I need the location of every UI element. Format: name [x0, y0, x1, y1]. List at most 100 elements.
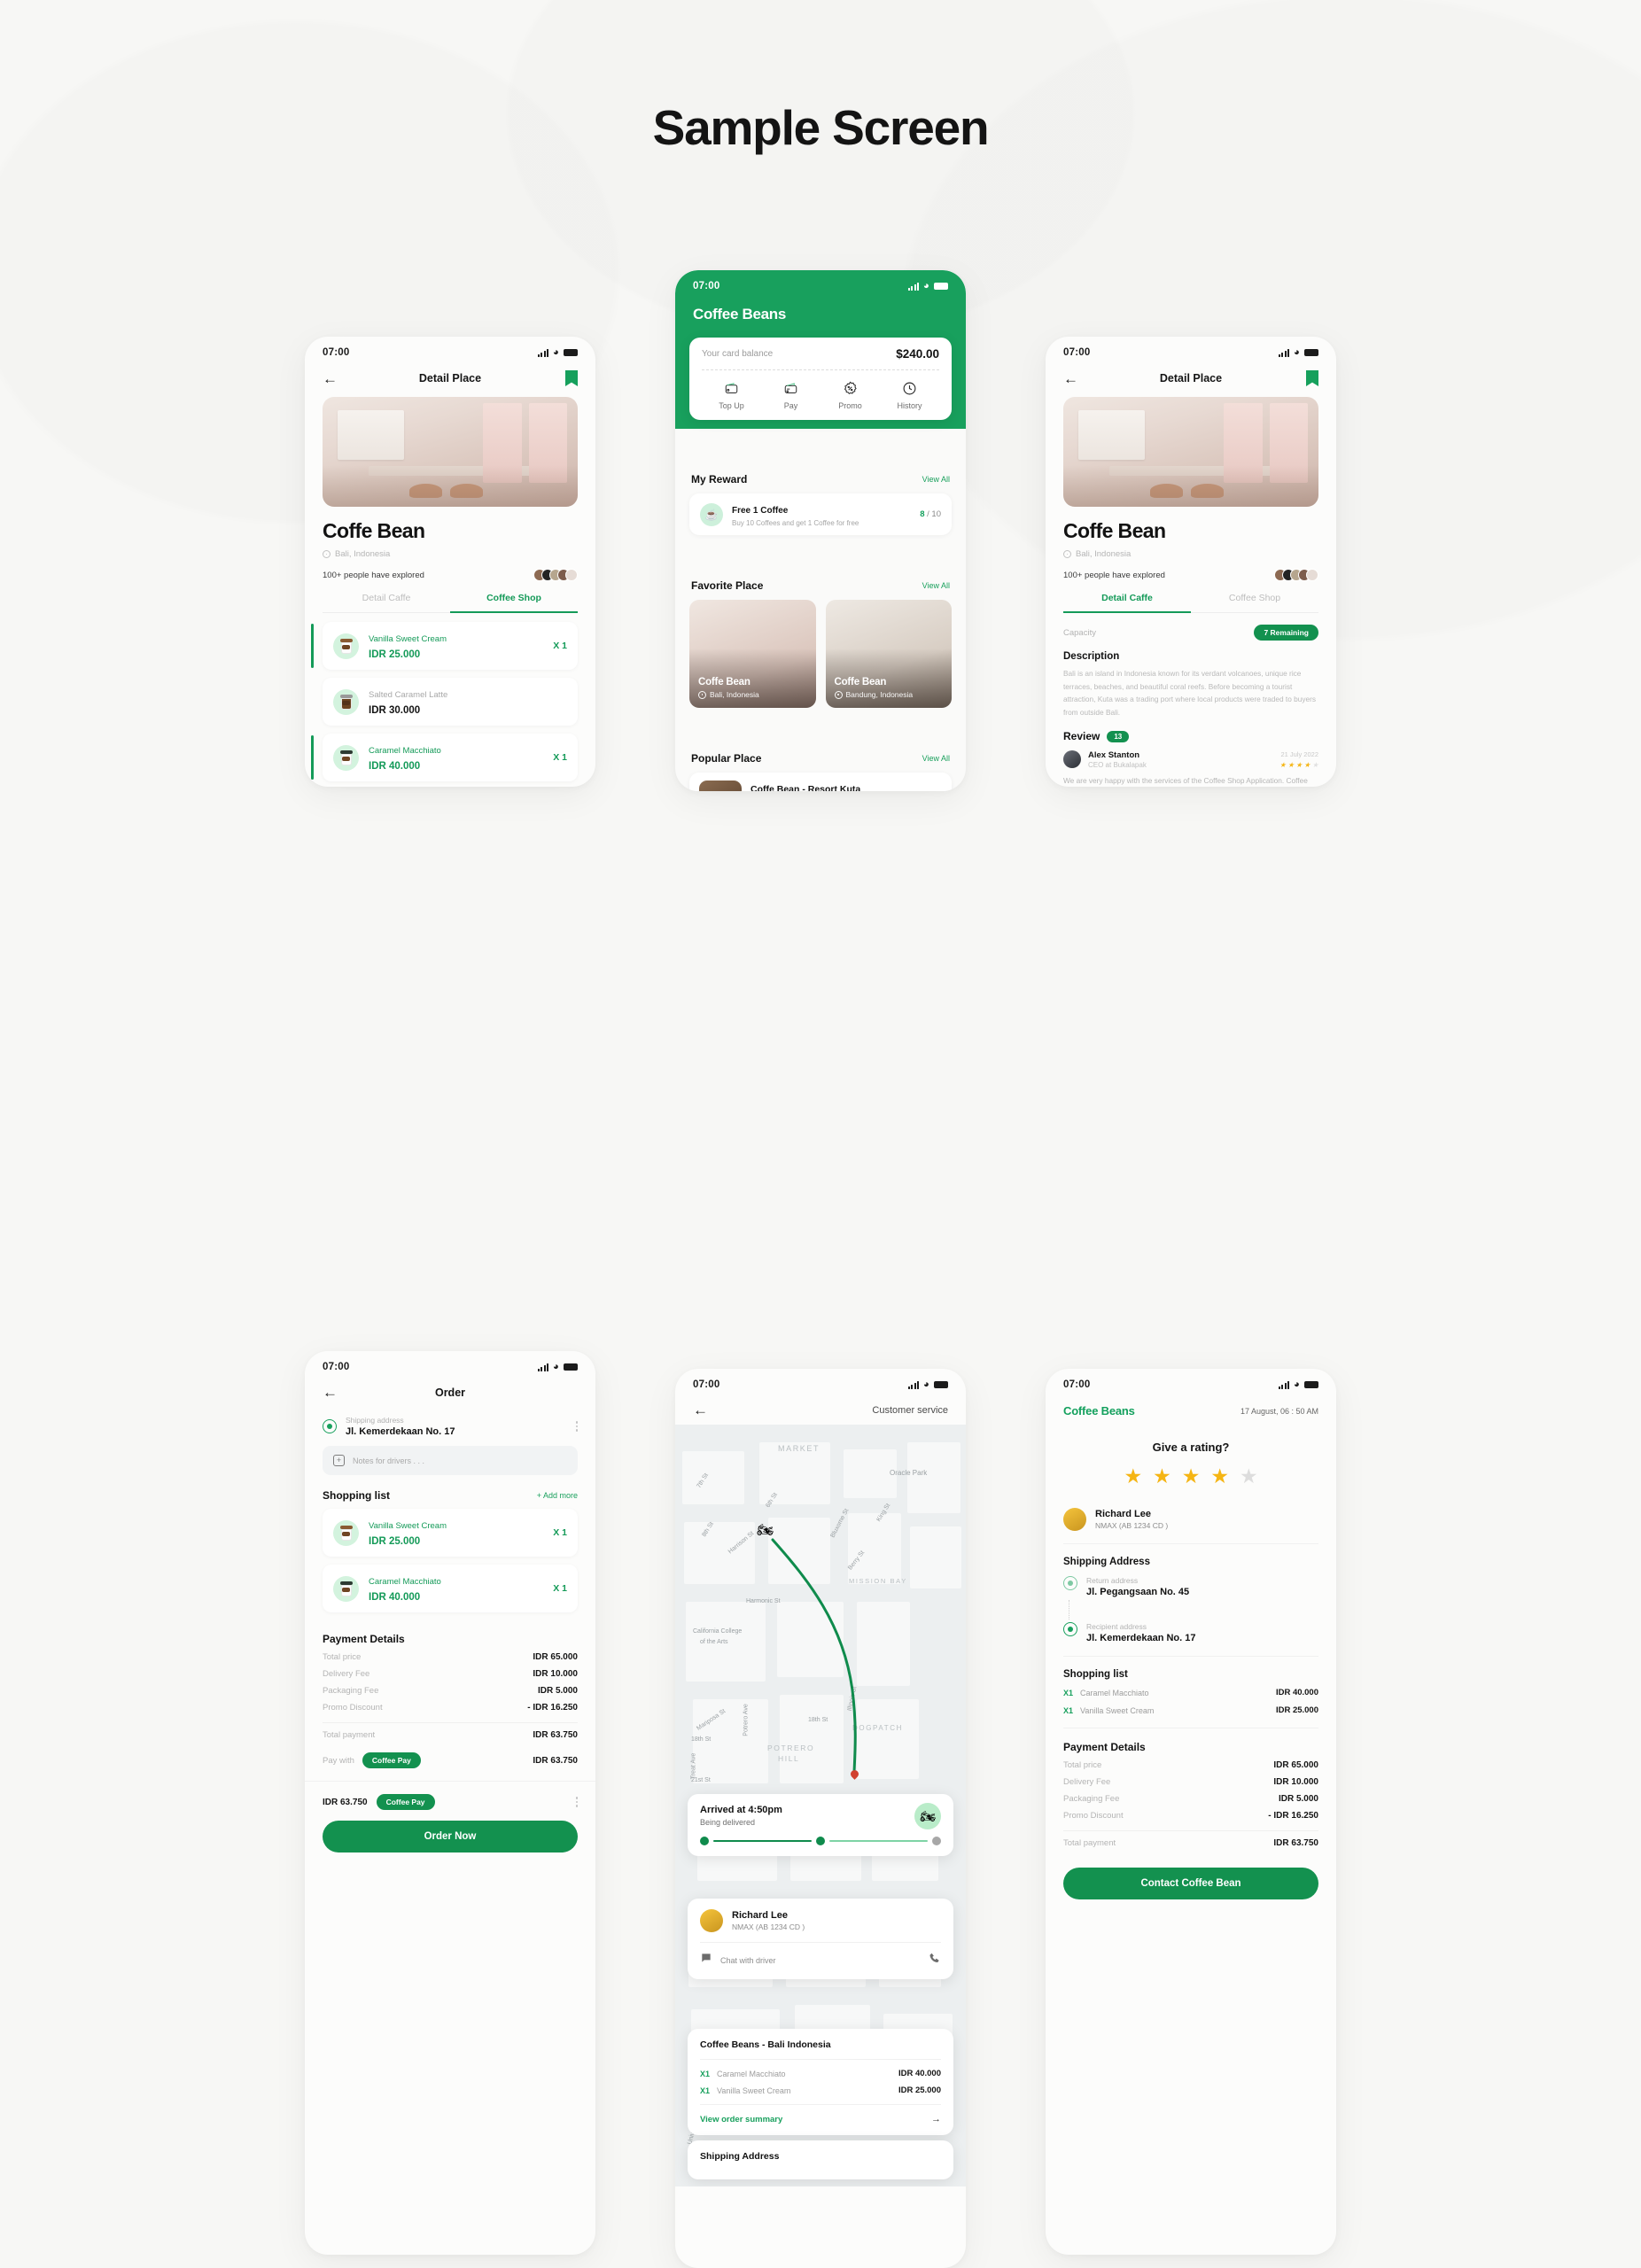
arrow-right-icon: →: [931, 2114, 941, 2124]
payment-key: Total price: [323, 1652, 362, 1662]
add-more-button[interactable]: + Add more: [537, 1491, 578, 1500]
view-all-popular[interactable]: View All: [922, 754, 950, 763]
payment-method-chip[interactable]: Coffee Pay: [376, 1794, 435, 1810]
back-arrow-icon[interactable]: ←: [323, 371, 338, 386]
product-row[interactable]: Vanilla Sweet Cream IDR 25.000 X 1: [311, 622, 578, 670]
wifi-icon: ◕: [552, 1362, 559, 1372]
favorite-place-card[interactable]: Coffe Bean Bali, Indonesia: [689, 600, 816, 708]
nav-bar: ← Detail Place: [1046, 360, 1336, 393]
delivery-map[interactable]: MARKET Oracle Park 7th St 8th St 6th St …: [675, 1425, 966, 2186]
total-payment-value: IDR 63.750: [533, 1730, 578, 1740]
shipping-address-card: Shipping Address: [688, 2140, 953, 2179]
signal-icon: [1279, 1380, 1289, 1389]
phone-icon[interactable]: [929, 1952, 941, 1969]
more-options-icon[interactable]: [575, 1421, 578, 1432]
tab-detail-caffe[interactable]: Detail Caffe: [323, 593, 450, 612]
quick-action-promo[interactable]: Promo: [820, 380, 880, 410]
rating-star-2[interactable]: ★: [1153, 1466, 1171, 1487]
more-options-icon[interactable]: [575, 1797, 578, 1807]
product-row[interactable]: Salted Caramel Latte IDR 30.000: [323, 678, 578, 726]
view-order-summary-row[interactable]: View order summary →: [700, 2114, 941, 2124]
payment-method-chip[interactable]: Coffee Pay: [362, 1752, 421, 1768]
tab-coffee-shop[interactable]: Coffee Shop: [1191, 593, 1318, 612]
payment-key: Delivery Fee: [1063, 1777, 1111, 1787]
status-time: 07:00: [693, 1379, 720, 1390]
bookmark-icon[interactable]: [565, 370, 578, 386]
payment-row: Delivery Fee IDR 10.000: [1063, 1777, 1318, 1787]
place-location-label: Bali, Indonesia: [335, 549, 391, 559]
home-title: Coffee Beans: [693, 306, 787, 322]
tab-coffee-shop[interactable]: Coffee Shop: [450, 593, 578, 613]
review-count-badge: 13: [1107, 730, 1130, 742]
location-pin-icon: [698, 690, 706, 699]
back-arrow-icon[interactable]: ←: [1063, 371, 1078, 386]
contact-coffee-bean-button[interactable]: Contact Coffee Bean: [1063, 1868, 1318, 1899]
driver-card: Richard Lee NMAX (AB 1234 CD ) Chat with…: [688, 1899, 953, 1979]
popular-place-row[interactable]: Coffe Bean - Resort Kuta ★★★★★ 4,9 Coffe…: [689, 773, 952, 791]
chat-bubble-icon: [700, 1952, 712, 1969]
driver-notes-input[interactable]: Notes for drivers . . .: [323, 1446, 578, 1475]
view-all-rewards[interactable]: View All: [922, 475, 950, 484]
chat-with-driver-row[interactable]: Chat with driver: [700, 1942, 941, 1969]
item-price: IDR 25.000: [1275, 1705, 1318, 1715]
nav-bar: ← Customer service: [675, 1392, 966, 1425]
tab-detail-caffe[interactable]: Detail Caffe: [1063, 593, 1191, 613]
shopping-list-item: X1 Caramel Macchiato IDR 40.000: [1046, 1688, 1336, 1697]
item-qty: X 1: [553, 1527, 567, 1538]
back-arrow-icon[interactable]: ←: [323, 1385, 338, 1400]
favorite-place-card[interactable]: Coffe Bean Bandung, Indonesia: [825, 600, 952, 708]
item-name: Vanilla Sweet Cream: [369, 1521, 447, 1531]
nav-title: Detail Place: [1159, 372, 1223, 384]
pay-with-row[interactable]: Pay with Coffee Pay IDR 63.750: [323, 1752, 578, 1768]
item-qty: X1: [1063, 1688, 1074, 1697]
rating-star-5[interactable]: ★: [1240, 1466, 1258, 1487]
quick-action-top-up[interactable]: Top Up: [702, 380, 761, 410]
popular-place-thumbnail: [699, 781, 742, 791]
place-location-label: Bali, Indonesia: [1076, 549, 1132, 559]
nav-title: Detail Place: [418, 372, 482, 384]
screen-detail-place-coffee-shop: 07:00 ◕ ← Detail Place Coffe Bean Bali, …: [305, 337, 595, 787]
product-row[interactable]: Caramel Macchiato IDR 40.000 X 1: [311, 734, 578, 781]
rating-star-1[interactable]: ★: [1124, 1466, 1142, 1487]
rating-star-3[interactable]: ★: [1182, 1466, 1201, 1487]
delivery-scooter-icon: 🏍: [757, 1523, 774, 1538]
order-bottom-bar: IDR 63.750 Coffee Pay: [305, 1781, 595, 1810]
view-order-summary-label: View order summary: [700, 2114, 783, 2124]
rating-star-4[interactable]: ★: [1210, 1466, 1229, 1487]
product-qty: X 1: [553, 752, 567, 763]
shipping-address-row[interactable]: Shipping address Jl. Kemerdekaan No. 17: [305, 1407, 595, 1437]
rating-stars-input[interactable]: ★ ★ ★ ★ ★: [1046, 1466, 1336, 1487]
shopping-list-item[interactable]: Caramel Macchiato IDR 40.000 X 1: [323, 1565, 578, 1612]
driver-notes-placeholder: Notes for drivers . . .: [353, 1456, 425, 1465]
payment-value: IDR 10.000: [1273, 1777, 1318, 1787]
reward-card[interactable]: ☕ Free 1 Coffee Buy 10 Coffees and get 1…: [689, 493, 952, 535]
review-item: Alex Stanton CEO at Bukalapak 21 July 20…: [1046, 742, 1336, 787]
payment-row: Promo Discount - IDR 16.250: [323, 1703, 578, 1713]
payment-details: Payment Details Total price IDR 65.000 D…: [1046, 1728, 1336, 1848]
quick-action-history[interactable]: History: [880, 380, 939, 410]
order-item-price: IDR 25.000: [898, 2085, 941, 2095]
quick-action-pay[interactable]: Pay: [761, 380, 820, 410]
receipt-timestamp: 17 August, 06 : 50 AM: [1240, 1406, 1318, 1416]
explored-label: 100+ people have explored: [1063, 570, 1165, 580]
screen-order: 07:00 ◕ ← Order Shipping address Jl. Kem…: [305, 1351, 595, 2255]
back-arrow-icon[interactable]: ←: [693, 1402, 708, 1418]
bookmark-icon[interactable]: [1306, 370, 1318, 386]
order-item-qty: X1: [700, 2069, 711, 2078]
customer-row: Richard Lee NMAX (AB 1234 CD ): [1046, 1487, 1336, 1531]
quick-action-label: Top Up: [719, 401, 744, 410]
customer-name: Richard Lee: [1095, 1509, 1151, 1519]
return-address-label: Return address: [1086, 1576, 1139, 1585]
signal-icon: [908, 282, 919, 291]
total-payment-row: Total payment IDR 63.750: [323, 1730, 578, 1740]
return-address-value: Jl. Pegangsaan No. 45: [1086, 1587, 1190, 1597]
detail-tabs: Detail Caffe Coffee Shop: [1063, 593, 1318, 613]
view-all-favorites[interactable]: View All: [922, 581, 950, 590]
status-bar: 07:00 ◕: [675, 1369, 966, 1392]
status-bar: 07:00 ◕: [305, 1351, 595, 1374]
order-now-button[interactable]: Order Now: [323, 1821, 578, 1852]
payment-key: Delivery Fee: [323, 1669, 370, 1679]
shopping-list-item[interactable]: Vanilla Sweet Cream IDR 25.000 X 1: [323, 1509, 578, 1557]
customer-service-link[interactable]: Customer service: [872, 1405, 948, 1416]
reviewer-name: Alex Stanton: [1088, 750, 1140, 761]
